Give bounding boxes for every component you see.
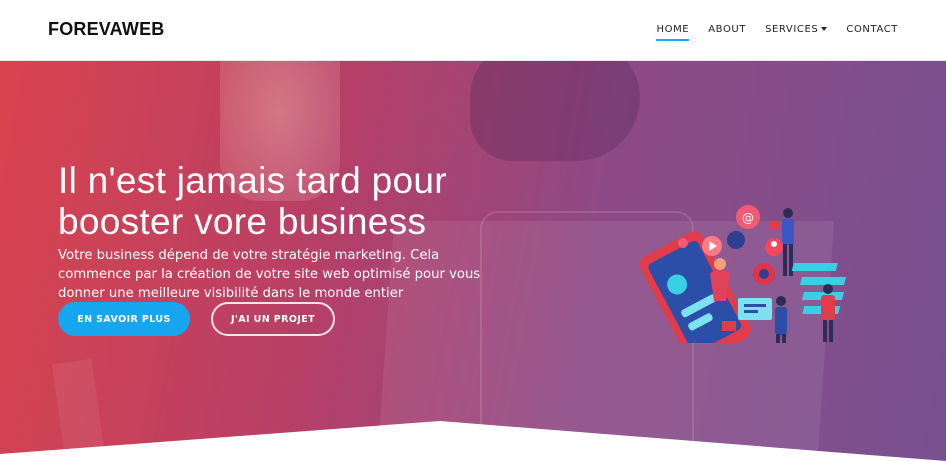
hero-title: Il n'est jamais tard pour booster vore b…: [58, 160, 578, 242]
hero-bottom-divider: [0, 421, 946, 461]
hero-section: Il n'est jamais tard pour booster vore b…: [0, 61, 946, 461]
hero-description: Votre business dépend de votre stratégie…: [58, 248, 481, 302]
hero-title-line-2: booster vore business: [58, 200, 427, 242]
background-hand-shape: [470, 61, 640, 161]
nav-home[interactable]: HOME: [656, 24, 689, 41]
nav-about[interactable]: ABOUT: [708, 24, 746, 35]
chevron-down-icon: [821, 27, 828, 31]
learn-more-button[interactable]: EN SAVOIR PLUS: [58, 302, 190, 336]
project-button[interactable]: J'AI UN PROJET: [211, 302, 335, 336]
nav-contact[interactable]: CONTACT: [846, 24, 898, 35]
navbar: FOREVAWEB HOME ABOUT SERVICES CONTACT: [0, 0, 946, 61]
brand-logo[interactable]: FOREVAWEB: [48, 19, 164, 40]
main-nav: HOME ABOUT SERVICES CONTACT: [637, 24, 898, 41]
svg-text:@: @: [742, 211, 754, 225]
nav-services[interactable]: SERVICES: [765, 24, 828, 35]
hero-title-line-1: Il n'est jamais tard pour: [58, 159, 447, 201]
digital-marketing-illustration-icon: @: [639, 205, 847, 343]
nav-services-label: SERVICES: [765, 24, 819, 35]
